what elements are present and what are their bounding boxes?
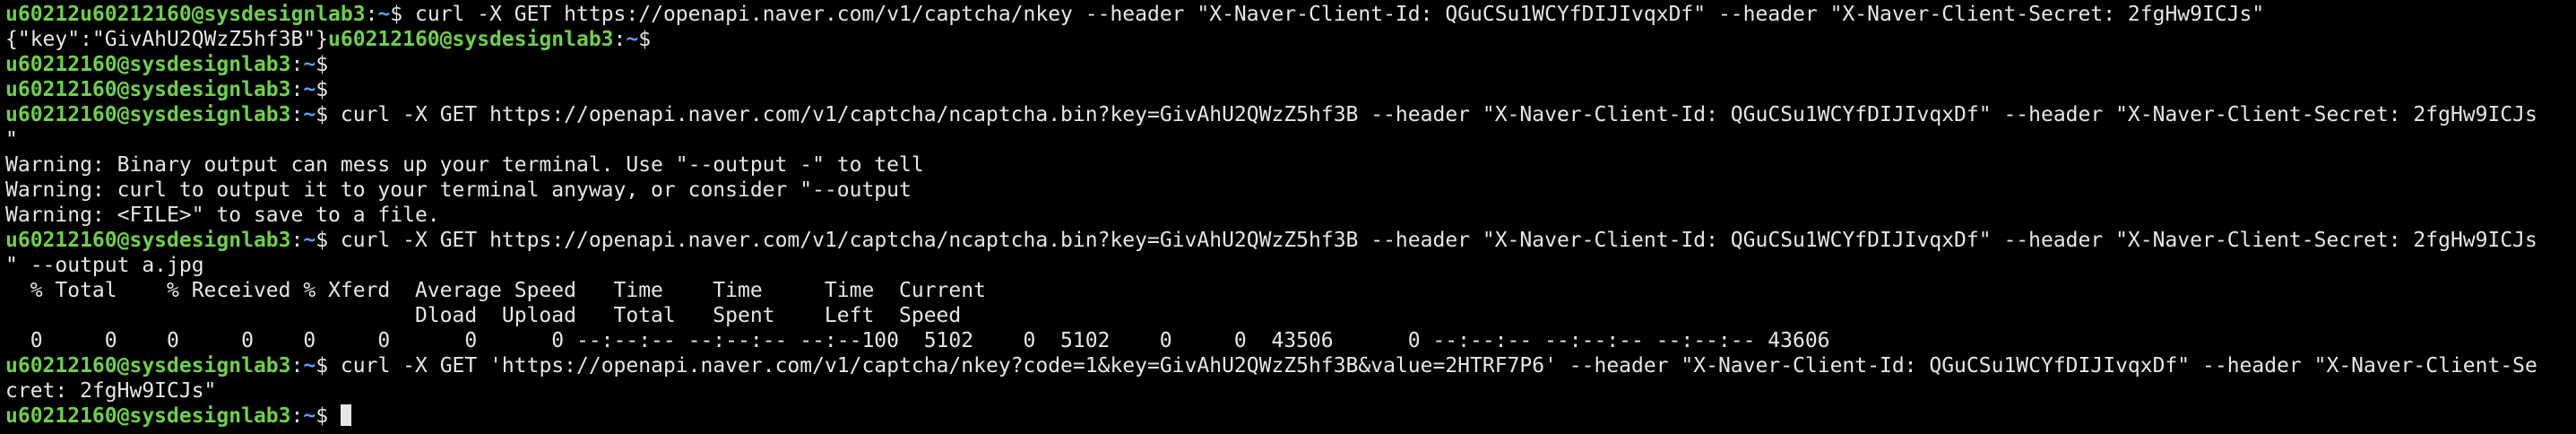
- prompt-user: u60212160@sysdesignlab3: [328, 28, 614, 51]
- prompt-colon: :: [290, 103, 304, 126]
- terminal-text: % Total % Received % Xferd Average Speed…: [5, 279, 986, 302]
- prompt-path: ~: [303, 354, 316, 378]
- cursor-block: [340, 404, 351, 426]
- prompt-user: u60212u60212160@sysdesignlab3: [5, 3, 366, 26]
- prompt-user: u60212160@sysdesignlab3: [5, 404, 291, 428]
- terminal-text: Dload Upload Total Spent Left Speed: [5, 304, 962, 327]
- prompt-colon: :: [365, 3, 378, 26]
- terminal-line: Warning: <FILE>" to save to a file.: [5, 203, 2576, 228]
- terminal-line: 0 0 0 0 0 0 0 0 --:--:-- --:--:-- --:--1…: [5, 328, 2576, 353]
- prompt-path: ~: [303, 103, 316, 126]
- terminal-line: u60212160@sysdesignlab3:~$: [5, 404, 2576, 429]
- prompt-path: ~: [303, 78, 316, 101]
- terminal-text: cret: 2fgHw9ICJs": [5, 379, 217, 403]
- prompt-colon: :: [290, 229, 304, 252]
- prompt-symbol: $: [316, 229, 341, 252]
- terminal-text: curl -X GET 'https://openapi.naver.com/v…: [340, 354, 2537, 378]
- terminal-text: " --output a.jpg: [5, 254, 204, 277]
- terminal-window[interactable]: u60212u60212160@sysdesignlab3:~$ curl -X…: [0, 0, 2576, 434]
- prompt-path: ~: [303, 404, 316, 428]
- terminal-text: curl -X GET https://openapi.naver.com/v1…: [340, 229, 2537, 252]
- prompt-colon: :: [290, 404, 304, 428]
- prompt-symbol: $: [316, 404, 341, 428]
- prompt-path: ~: [626, 28, 639, 51]
- prompt-symbol: $: [316, 53, 329, 76]
- terminal-line: Warning: curl to output it to your termi…: [5, 178, 2576, 203]
- terminal-line: Warning: Binary output can mess up your …: [5, 152, 2576, 178]
- prompt-user: u60212160@sysdesignlab3: [5, 103, 291, 126]
- terminal-line: ": [5, 127, 2576, 152]
- terminal-text: 0 0 0 0 0 0 0 0 --:--:-- --:--:-- --:--1…: [5, 329, 1830, 352]
- prompt-symbol: $: [638, 28, 652, 51]
- terminal-line: u60212u60212160@sysdesignlab3:~$ curl -X…: [5, 2, 2576, 27]
- terminal-text: Warning: curl to output it to your termi…: [5, 178, 912, 202]
- terminal-line: u60212160@sysdesignlab3:~$: [5, 52, 2576, 77]
- prompt-symbol: $: [316, 354, 341, 378]
- prompt-user: u60212160@sysdesignlab3: [5, 78, 291, 101]
- terminal-text: curl -X GET https://openapi.naver.com/v1…: [340, 103, 2537, 126]
- terminal-line: {"key":"GivAhU2QWzZ5hf3B"}u60212160@sysd…: [5, 27, 2576, 52]
- prompt-user: u60212160@sysdesignlab3: [5, 229, 291, 252]
- prompt-colon: :: [290, 354, 304, 378]
- prompt-symbol: $: [316, 78, 329, 101]
- prompt-user: u60212160@sysdesignlab3: [5, 53, 291, 76]
- terminal-text: curl -X GET https://openapi.naver.com/v1…: [415, 3, 2265, 26]
- terminal-line: u60212160@sysdesignlab3:~$: [5, 77, 2576, 102]
- prompt-path: ~: [303, 53, 316, 76]
- prompt-user: u60212160@sysdesignlab3: [5, 354, 291, 378]
- prompt-colon: :: [613, 28, 627, 51]
- prompt-path: ~: [377, 3, 391, 26]
- terminal-text: {"key":"GivAhU2QWzZ5hf3B"}: [5, 28, 329, 51]
- prompt-symbol: $: [390, 3, 415, 26]
- prompt-path: ~: [303, 229, 316, 252]
- prompt-colon: :: [290, 78, 304, 101]
- terminal-text: Warning: Binary output can mess up your …: [5, 153, 924, 177]
- terminal-line: u60212160@sysdesignlab3:~$ curl -X GET h…: [5, 102, 2576, 127]
- prompt-colon: :: [290, 53, 304, 76]
- terminal-line: " --output a.jpg: [5, 253, 2576, 278]
- terminal-text: Warning: <FILE>" to save to a file.: [5, 204, 440, 227]
- terminal-line: u60212160@sysdesignlab3:~$ curl -X GET '…: [5, 353, 2576, 378]
- prompt-symbol: $: [316, 103, 341, 126]
- terminal-text: ": [5, 128, 18, 152]
- terminal-line: % Total % Received % Xferd Average Speed…: [5, 278, 2576, 303]
- terminal-line: u60212160@sysdesignlab3:~$ curl -X GET h…: [5, 228, 2576, 253]
- terminal-line: Dload Upload Total Spent Left Speed: [5, 303, 2576, 328]
- terminal-line: cret: 2fgHw9ICJs": [5, 378, 2576, 404]
